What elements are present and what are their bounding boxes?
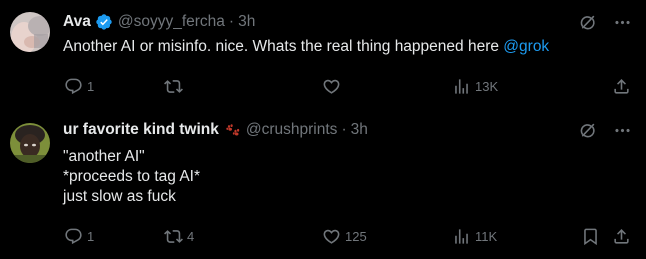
tweet-text-line: "another AI" bbox=[63, 148, 145, 165]
tweet-text-line: *proceeds to tag AI* bbox=[63, 168, 201, 185]
share-icon bbox=[612, 227, 631, 246]
action-bar: 1 13K bbox=[64, 76, 632, 96]
like-button[interactable]: 125 bbox=[322, 226, 367, 246]
paw-prints-emoji-icon bbox=[225, 122, 241, 138]
grok-actions-icon[interactable] bbox=[578, 121, 597, 140]
timestamp[interactable]: 3h bbox=[238, 12, 255, 32]
views-button[interactable]: 11K bbox=[452, 226, 497, 246]
reply-icon bbox=[64, 77, 83, 96]
mention-link[interactable]: @grok bbox=[503, 38, 549, 55]
retweet-button[interactable] bbox=[164, 76, 187, 96]
like-icon bbox=[322, 77, 341, 96]
separator-dot: · bbox=[341, 121, 347, 138]
like-icon bbox=[322, 227, 341, 246]
avatar[interactable] bbox=[10, 12, 50, 52]
views-icon bbox=[452, 77, 471, 96]
reply-button[interactable]: 1 bbox=[64, 226, 94, 246]
tweet-header: Ava @soyyy_fercha · 3h bbox=[63, 12, 255, 32]
grok-actions-icon[interactable] bbox=[578, 13, 597, 32]
tweet-text-line: just slow as fuck bbox=[63, 188, 176, 205]
views-count: 13K bbox=[475, 78, 499, 94]
retweet-icon bbox=[164, 77, 183, 96]
reply-count: 1 bbox=[87, 78, 95, 94]
more-icon[interactable] bbox=[613, 121, 632, 140]
share-icon bbox=[612, 77, 631, 96]
tweet-text-plain: Another AI or misinfo. nice. Whats the r… bbox=[63, 38, 504, 55]
avatar[interactable] bbox=[10, 123, 50, 163]
like-count: 125 bbox=[345, 228, 367, 244]
tweet-2[interactable]: ur favorite kind twink @crushprints · 3h bbox=[0, 112, 646, 259]
reply-icon bbox=[64, 227, 83, 246]
like-button[interactable] bbox=[322, 76, 345, 96]
top-actions bbox=[578, 121, 632, 140]
views-button[interactable]: 13K bbox=[452, 76, 498, 96]
share-button[interactable] bbox=[612, 226, 631, 246]
retweet-button[interactable]: 4 bbox=[164, 226, 194, 246]
author-handle[interactable]: @crushprints bbox=[246, 120, 338, 140]
tweet-header: ur favorite kind twink @crushprints · 3h bbox=[63, 120, 368, 140]
more-icon[interactable] bbox=[613, 13, 632, 32]
timestamp[interactable]: 3h bbox=[351, 120, 368, 140]
views-count: 11K bbox=[475, 228, 498, 244]
action-bar: 1 4 125 11K bbox=[64, 226, 632, 246]
reply-count: 1 bbox=[87, 228, 95, 244]
tweet-1[interactable]: Ava @soyyy_fercha · 3h Another AI or mis… bbox=[0, 0, 646, 112]
tweet-text: Another AI or misinfo. nice. Whats the r… bbox=[63, 37, 549, 57]
author-handle[interactable]: @soyyy_fercha bbox=[118, 12, 225, 32]
views-icon bbox=[452, 227, 471, 246]
retweet-count: 4 bbox=[187, 228, 195, 244]
avatar-image bbox=[10, 12, 50, 52]
verified-badge-icon bbox=[95, 13, 113, 31]
separator-dot: · bbox=[228, 13, 235, 30]
share-button[interactable] bbox=[612, 76, 631, 96]
avatar-image bbox=[10, 123, 50, 163]
retweet-icon bbox=[164, 227, 183, 246]
top-actions bbox=[578, 13, 632, 32]
reply-button[interactable]: 1 bbox=[64, 76, 94, 96]
author-name[interactable]: ur favorite kind twink bbox=[63, 120, 219, 140]
author-name[interactable]: Ava bbox=[63, 12, 91, 32]
bookmark-button[interactable] bbox=[581, 226, 600, 246]
bookmark-icon bbox=[581, 227, 600, 246]
tweet-text: "another AI" *proceeds to tag AI* just s… bbox=[63, 147, 200, 207]
